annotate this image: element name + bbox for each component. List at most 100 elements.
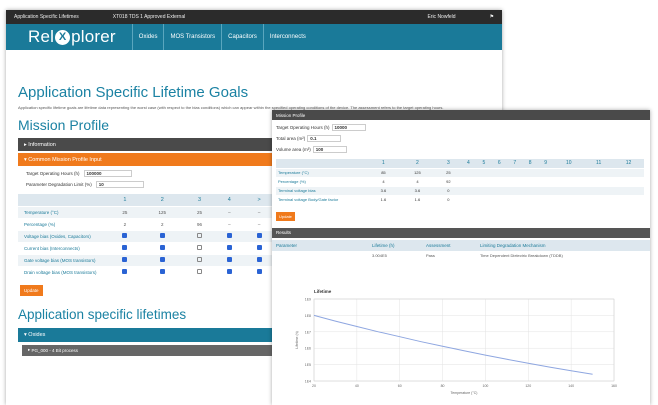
table-cell[interactable] xyxy=(553,168,585,178)
table-cell[interactable] xyxy=(584,168,614,178)
user-name[interactable]: Eric Nowfeld xyxy=(427,14,455,20)
checkbox[interactable] xyxy=(122,269,128,274)
table-cell[interactable] xyxy=(522,177,538,187)
table-cell[interactable]: 1.6 xyxy=(368,195,399,205)
nav-capacitors[interactable]: Capacitors xyxy=(221,24,263,50)
table-cell[interactable] xyxy=(613,168,644,178)
checkbox[interactable] xyxy=(226,257,232,262)
volume-area-input[interactable]: 100 xyxy=(312,146,347,153)
table-cell[interactable]: 92 xyxy=(435,177,461,187)
table-cell[interactable] xyxy=(460,195,477,205)
table-cell[interactable] xyxy=(507,168,523,178)
checkbox[interactable] xyxy=(122,245,128,250)
table-cell[interactable] xyxy=(537,177,554,187)
table-cell[interactable]: 2 xyxy=(110,218,140,231)
table-cell[interactable] xyxy=(522,195,538,205)
column-header-next[interactable]: > xyxy=(244,194,274,207)
process-item-toggle[interactable]: ▸ PG_000 - 4 Bit process xyxy=(22,344,276,356)
table-cell[interactable] xyxy=(491,177,508,187)
table-cell[interactable] xyxy=(460,186,477,196)
table-cell[interactable]: 25 xyxy=(435,168,461,178)
update-button[interactable]: Update xyxy=(20,284,43,296)
target-hours-input[interactable]: 100000 xyxy=(83,170,132,177)
update-button[interactable]: Update xyxy=(276,211,295,221)
table-cell[interactable] xyxy=(476,168,492,178)
total-area-input[interactable]: 0.1 xyxy=(307,135,342,142)
nav-mos-transistors[interactable]: MOS Transistors xyxy=(163,24,221,50)
checkbox[interactable] xyxy=(256,269,262,274)
param-limit-input[interactable]: 10 xyxy=(95,181,144,188)
checkbox[interactable] xyxy=(197,245,203,250)
checkbox[interactable] xyxy=(197,257,203,262)
target-hours-input[interactable]: 10000 xyxy=(331,124,366,131)
table-cell[interactable] xyxy=(507,186,523,196)
table-cell[interactable]: – xyxy=(214,206,245,219)
checkbox[interactable] xyxy=(159,233,165,238)
top-bar-release[interactable]: XT018 TDS 1 Approved External xyxy=(113,14,185,20)
checkbox[interactable] xyxy=(122,233,128,238)
table-cell[interactable] xyxy=(476,195,492,205)
table-cell[interactable]: 4 xyxy=(398,177,436,187)
checkbox[interactable] xyxy=(226,269,232,274)
table-cell[interactable]: 2 xyxy=(139,218,185,231)
table-cell[interactable] xyxy=(476,177,492,187)
table-cell[interactable] xyxy=(584,177,614,187)
checkbox[interactable] xyxy=(256,245,262,250)
checkbox[interactable] xyxy=(159,245,165,250)
table-row: Terminal voltage Body/Gate factor 1.6 1.6 0 xyxy=(276,195,644,205)
table-cell[interactable]: 25 xyxy=(184,206,215,219)
checkbox[interactable] xyxy=(159,257,165,262)
table-cell[interactable]: – xyxy=(244,218,274,231)
table-cell[interactable]: 3.6 xyxy=(398,186,436,196)
table-cell[interactable] xyxy=(460,177,477,187)
checkbox[interactable] xyxy=(256,257,262,262)
table-cell[interactable]: – xyxy=(214,218,245,231)
table-cell[interactable] xyxy=(553,195,585,205)
table-cell[interactable] xyxy=(613,186,644,196)
nav-interconnects[interactable]: Interconnects xyxy=(262,24,312,50)
table-cell[interactable]: 0 xyxy=(435,195,461,205)
oxides-panel-toggle[interactable]: ▾ Oxides xyxy=(18,327,276,342)
table-cell[interactable] xyxy=(537,168,554,178)
checkbox[interactable] xyxy=(197,269,203,274)
information-panel-toggle[interactable]: ▸ Information xyxy=(18,138,276,151)
checkbox[interactable] xyxy=(122,257,128,262)
table-cell[interactable] xyxy=(537,195,554,205)
checkbox[interactable] xyxy=(226,233,232,238)
table-cell[interactable]: 25 xyxy=(110,206,140,219)
checkbox[interactable] xyxy=(256,233,262,238)
y-tick-label: 1E4 xyxy=(305,380,311,384)
table-cell[interactable] xyxy=(476,186,492,196)
table-cell[interactable] xyxy=(613,177,644,187)
table-cell[interactable]: 96 xyxy=(184,218,215,231)
table-cell[interactable] xyxy=(491,186,508,196)
flag-icon[interactable]: ⚑ xyxy=(490,14,494,20)
table-cell[interactable] xyxy=(507,195,523,205)
table-cell[interactable] xyxy=(522,186,538,196)
table-cell[interactable] xyxy=(491,168,508,178)
table-cell[interactable]: 4 xyxy=(368,177,399,187)
table-cell[interactable] xyxy=(460,168,477,178)
checkbox[interactable] xyxy=(197,233,203,238)
table-cell[interactable]: 1.6 xyxy=(398,195,436,205)
checkbox[interactable] xyxy=(159,269,165,274)
relxplorer-logo[interactable]: Rel Xplorer xyxy=(28,27,116,47)
table-cell[interactable]: 0 xyxy=(435,186,461,196)
table-cell[interactable] xyxy=(584,186,614,196)
table-cell[interactable] xyxy=(507,177,523,187)
nav-oxides[interactable]: Oxides xyxy=(131,24,164,50)
checkbox[interactable] xyxy=(226,245,232,250)
common-input-panel-toggle[interactable]: ▾ Common Mission Profile Input xyxy=(18,153,276,166)
table-cell[interactable] xyxy=(491,195,508,205)
table-cell[interactable]: 125 xyxy=(139,206,185,219)
table-cell[interactable] xyxy=(553,177,585,187)
table-cell[interactable] xyxy=(553,186,585,196)
table-cell[interactable] xyxy=(613,195,644,205)
table-cell[interactable]: 125 xyxy=(398,168,436,178)
table-cell[interactable] xyxy=(522,168,538,178)
table-cell[interactable]: – xyxy=(244,206,274,219)
table-cell[interactable] xyxy=(537,186,554,196)
table-cell[interactable] xyxy=(584,195,614,205)
table-cell[interactable]: 85 xyxy=(368,168,399,178)
table-cell[interactable]: 3.6 xyxy=(368,186,399,196)
